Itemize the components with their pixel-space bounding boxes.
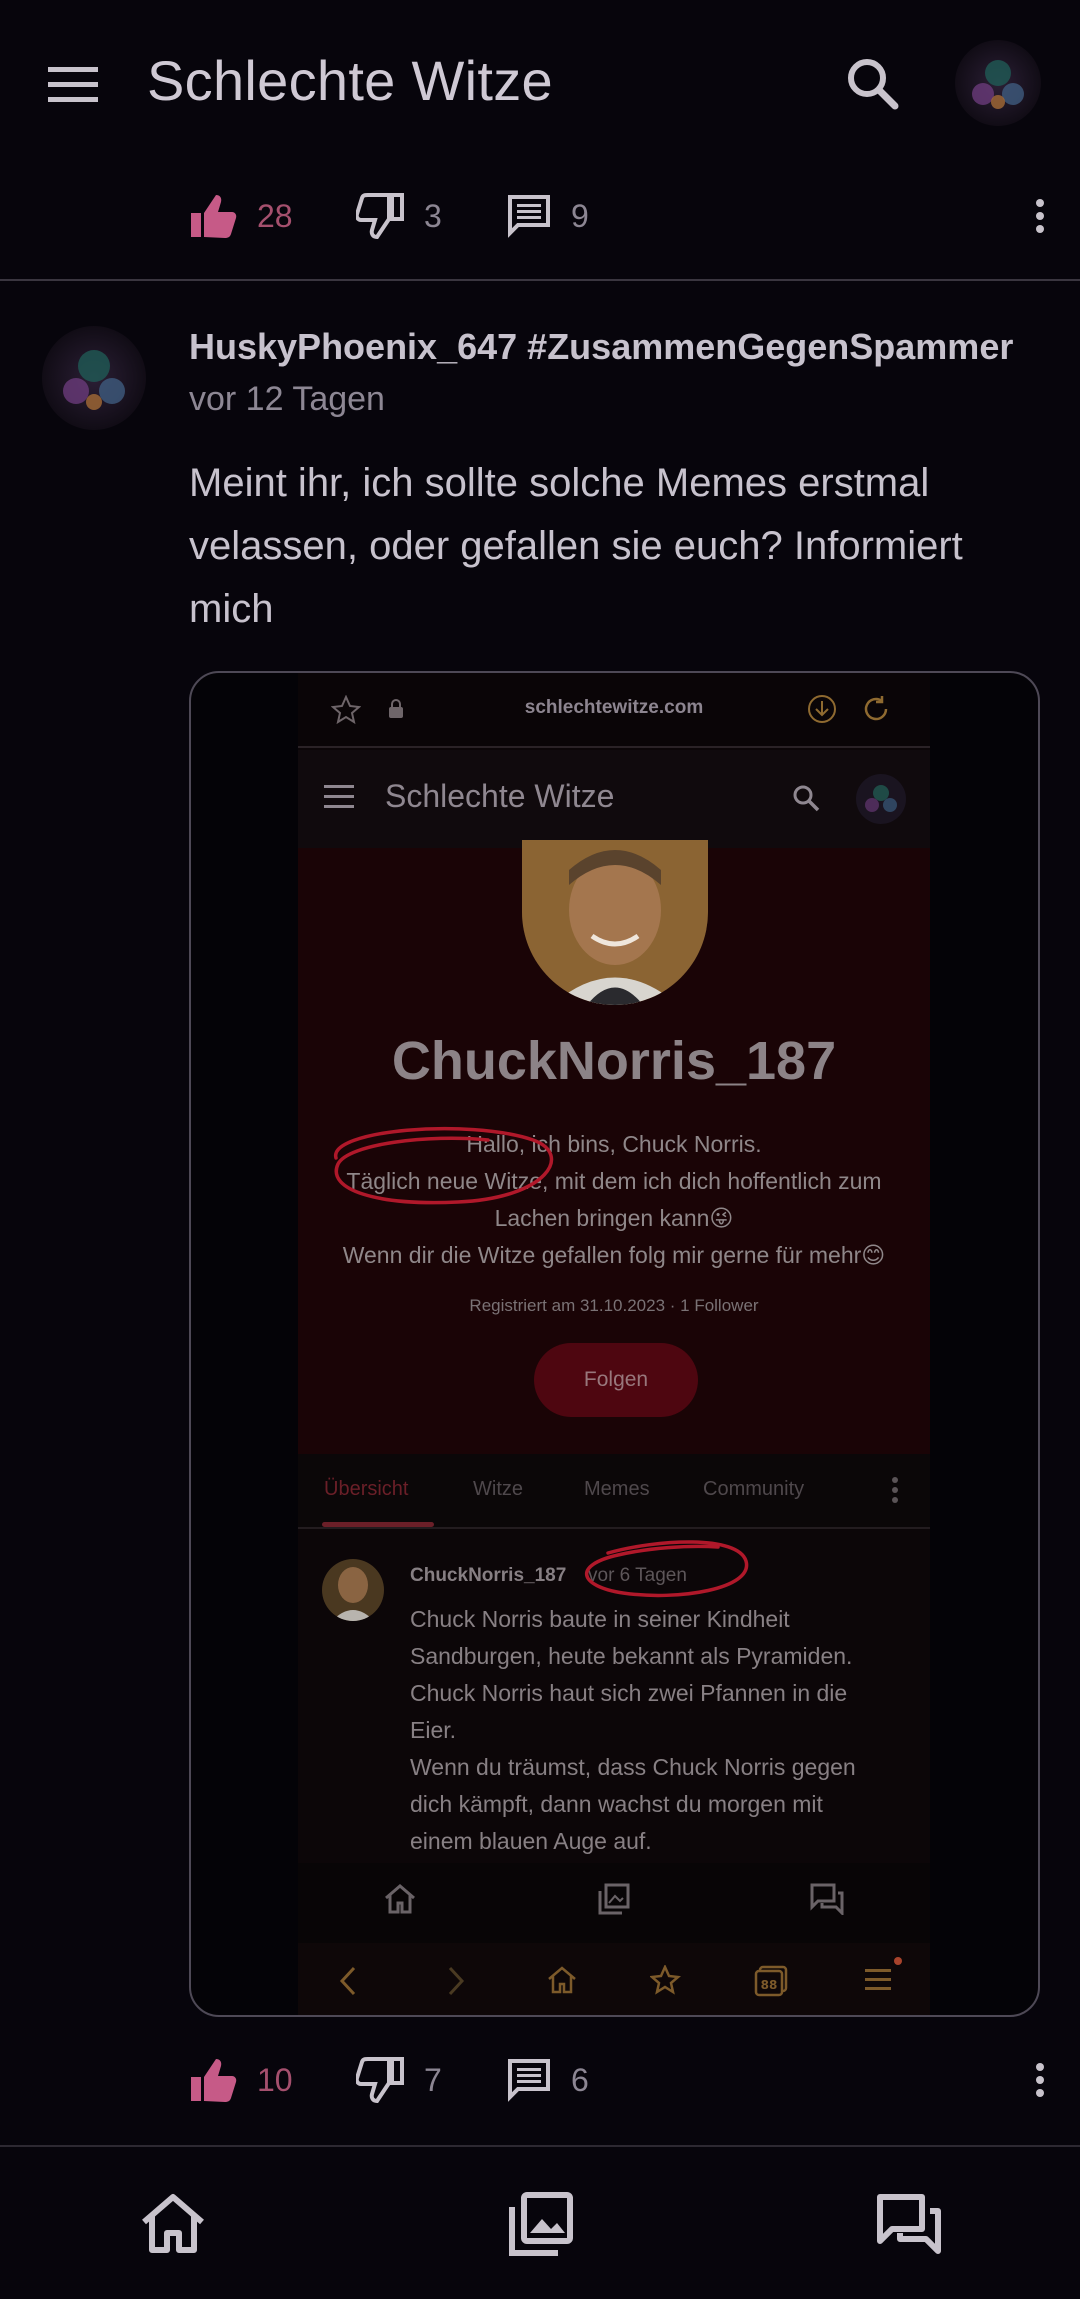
inner-app-bar: Schlechte Witze bbox=[298, 750, 930, 848]
post-author-avatar[interactable] bbox=[42, 326, 146, 430]
search-icon bbox=[793, 785, 820, 812]
bottom-navigation bbox=[0, 2145, 1080, 2299]
favorites-icon bbox=[650, 1965, 681, 1995]
browser-nav: 88 bbox=[298, 1943, 930, 2015]
text-line: Chuck Norris baute in seiner Kindheit bbox=[410, 1606, 790, 1632]
tab-witze: Witze bbox=[473, 1478, 523, 1500]
reload-icon bbox=[864, 696, 888, 721]
app-bar: Schlechte Witze bbox=[0, 0, 1080, 165]
comment-icon bbox=[508, 2059, 550, 2102]
text-line: dich kämpft, dann wachst du morgen mit bbox=[410, 1791, 823, 1817]
app-title: Schlechte Witze bbox=[147, 49, 553, 112]
text-line: Wenn du träumst, dass Chuck Norris gegen bbox=[410, 1754, 856, 1780]
tab-uebersicht: Übersicht bbox=[324, 1478, 409, 1500]
post-image[interactable]: schlechtewitze.com Schlechte Witze Chuck… bbox=[189, 671, 1040, 2017]
tab-count: 88 bbox=[761, 1978, 778, 1992]
post-timestamp: vor 12 Tagen bbox=[189, 380, 385, 418]
like-count: 10 bbox=[257, 2061, 293, 2098]
avatar bbox=[856, 774, 906, 824]
forward-icon bbox=[448, 1966, 465, 1996]
divider bbox=[0, 279, 1080, 281]
profile-avatar[interactable] bbox=[955, 40, 1041, 126]
more-options-icon[interactable] bbox=[1000, 2040, 1080, 2120]
thumb-down-icon bbox=[356, 193, 404, 239]
prev-post-actions: 28 3 9 bbox=[0, 176, 1080, 256]
thumb-up-icon bbox=[191, 195, 237, 238]
profile-tabs: Übersicht Witze Memes Community bbox=[298, 1454, 930, 1529]
inner-post-time: vor 6 Tagen bbox=[588, 1565, 687, 1586]
comment-icon bbox=[508, 195, 550, 238]
bio-line: Täglich neue Witze, mit dem ich dich hof… bbox=[346, 1168, 882, 1194]
active-tab-indicator bbox=[322, 1522, 434, 1527]
post-text: Meint ihr, ich sollte solche Memes erstm… bbox=[189, 461, 963, 631]
profile-header: ChuckNorris_187 Hallo, ich bins, Chuck N… bbox=[298, 840, 930, 1454]
more-options-icon bbox=[892, 1477, 898, 1503]
inner-post-author: ChuckNorris_187 bbox=[410, 1565, 567, 1586]
text-line: einem blauen Auge auf. bbox=[410, 1828, 652, 1854]
home-icon bbox=[548, 1966, 576, 1994]
inner-post-text: Chuck Norris baute in seiner Kindheit Sa… bbox=[410, 1601, 900, 1860]
menu-icon bbox=[324, 785, 354, 808]
post-author-name[interactable]: HuskyPhoenix_647 #ZusammenGegenSpammer bbox=[189, 326, 1013, 368]
forum-icon[interactable] bbox=[874, 2189, 944, 2259]
gallery-icon[interactable] bbox=[506, 2189, 576, 2259]
thumb-down-icon bbox=[356, 2057, 404, 2103]
bio-line: Wenn dir die Witze gefallen folg mir ger… bbox=[342, 1242, 886, 1268]
dislike-count: 7 bbox=[424, 2061, 442, 2098]
home-icon[interactable] bbox=[138, 2189, 208, 2259]
bio-line: Hallo, ich bins, Chuck Norris. bbox=[466, 1131, 762, 1157]
like-button[interactable]: 28 bbox=[189, 176, 293, 256]
browser-menu-icon bbox=[865, 1969, 891, 1990]
search-icon[interactable] bbox=[838, 50, 908, 120]
more-options-icon[interactable] bbox=[1000, 176, 1080, 256]
embedded-screenshot: schlechtewitze.com Schlechte Witze Chuck… bbox=[298, 673, 930, 2015]
text-line: Eier. bbox=[410, 1717, 457, 1743]
like-count: 28 bbox=[257, 197, 293, 234]
comment-button[interactable]: 9 bbox=[507, 176, 589, 256]
home-icon bbox=[385, 1884, 415, 1914]
profile-meta: Registriert am 31.10.2023 · 1 Follower bbox=[469, 1296, 759, 1315]
profile-photo bbox=[522, 840, 708, 1005]
tab-community: Community bbox=[703, 1478, 805, 1500]
download-icon bbox=[808, 695, 836, 723]
dislike-button[interactable]: 3 bbox=[356, 176, 442, 256]
inner-post-avatar bbox=[322, 1559, 384, 1621]
dislike-button[interactable]: 7 bbox=[356, 2040, 442, 2120]
like-button[interactable]: 10 bbox=[189, 2040, 293, 2120]
comment-count: 9 bbox=[571, 197, 589, 234]
thumb-up-icon bbox=[191, 2059, 237, 2102]
text-line: Chuck Norris haut sich zwei Pfannen in d… bbox=[410, 1680, 848, 1706]
profile-bio: Hallo, ich bins, Chuck Norris. Täglich n… bbox=[298, 1126, 930, 1274]
menu-icon[interactable] bbox=[40, 55, 106, 115]
back-icon bbox=[339, 1966, 356, 1996]
gallery-icon bbox=[598, 1883, 630, 1915]
comment-button[interactable]: 6 bbox=[507, 2040, 589, 2120]
comment-count: 6 bbox=[571, 2061, 589, 2098]
tabs-icon: 88 bbox=[754, 1965, 788, 1997]
dislike-count: 3 bbox=[424, 197, 442, 234]
inner-app-nav bbox=[298, 1863, 930, 1943]
post-actions: 10 7 6 bbox=[0, 2040, 1080, 2120]
follow-button: Folgen bbox=[534, 1343, 698, 1417]
forum-icon bbox=[810, 1883, 844, 1915]
browser-bar: schlechtewitze.com bbox=[298, 673, 930, 748]
inner-app-title: Schlechte Witze bbox=[385, 778, 615, 814]
tab-memes: Memes bbox=[584, 1478, 650, 1500]
text-line: Sandburgen, heute bekannt als Pyramiden. bbox=[410, 1643, 853, 1669]
bio-line: Lachen bringen kann😜 bbox=[494, 1205, 734, 1231]
notification-dot bbox=[894, 1957, 902, 1965]
profile-name: ChuckNorris_187 bbox=[391, 1031, 837, 1091]
